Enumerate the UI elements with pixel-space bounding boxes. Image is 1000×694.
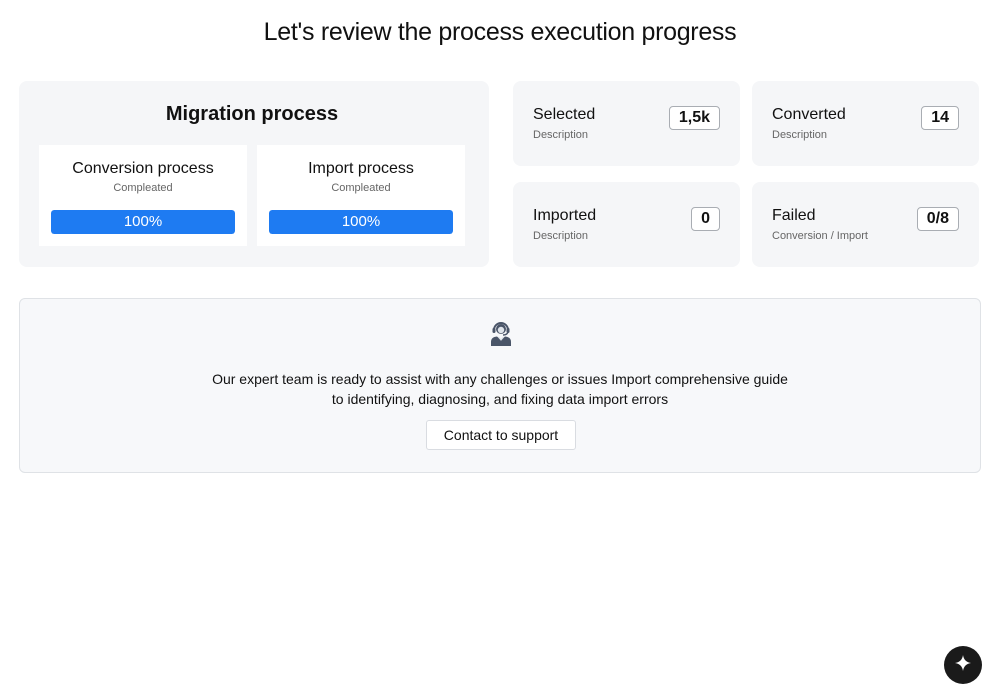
process-status: Compleated — [331, 182, 391, 194]
progress-bar: 100% — [269, 210, 453, 234]
support-panel: Our expert team is ready to assist with … — [19, 298, 981, 473]
stat-description: Conversion / Import — [772, 230, 868, 242]
stat-card-selected: Selected Description 1,5k — [513, 81, 740, 166]
process-name: Conversion process — [72, 160, 214, 177]
contact-support-button[interactable]: Contact to support — [426, 420, 576, 450]
stat-label: Failed — [772, 207, 816, 224]
stat-value-badge: 0 — [691, 207, 720, 231]
stat-value-badge: 0/8 — [916, 207, 959, 231]
stat-description: Description — [533, 129, 589, 141]
process-status: Compleated — [113, 182, 173, 194]
support-message-line-2: to identifying, diagnosing, and fixing d… — [331, 391, 669, 407]
progress-bar: 100% — [51, 210, 235, 234]
stat-description: Description — [533, 230, 589, 242]
stat-label: Selected — [533, 106, 596, 123]
stat-description: Description — [772, 129, 828, 141]
progress-label: 100% — [123, 213, 163, 230]
progress-label: 100% — [341, 213, 381, 230]
support-agent-icon — [489, 320, 513, 346]
stat-card-converted: Converted Description 14 — [752, 81, 979, 166]
stat-value-badge: 1,5k — [668, 106, 720, 130]
support-message: Our expert team is ready to assist with … — [20, 369, 980, 409]
support-message-line-1: Our expert team is ready to assist with … — [212, 371, 788, 387]
page-title: Let's review the process execution progr… — [263, 18, 737, 46]
stat-value-badge: 14 — [921, 106, 959, 130]
process-name: Import process — [308, 160, 414, 177]
stat-card-failed: Failed Conversion / Import 0/8 — [752, 182, 979, 267]
stat-label: Imported — [533, 207, 597, 224]
stat-card-imported: Imported Description 0 — [513, 182, 740, 267]
conversion-process-card: Conversion process Compleated 100% — [39, 145, 247, 246]
migration-panel: Migration process Conversion process Com… — [19, 81, 489, 267]
import-process-card: Import process Compleated 100% — [257, 145, 465, 246]
migration-title: Migration process — [165, 103, 339, 125]
sparkle-icon — [954, 654, 972, 677]
ai-assistant-button[interactable] — [944, 646, 982, 684]
stat-label: Converted — [772, 106, 846, 123]
